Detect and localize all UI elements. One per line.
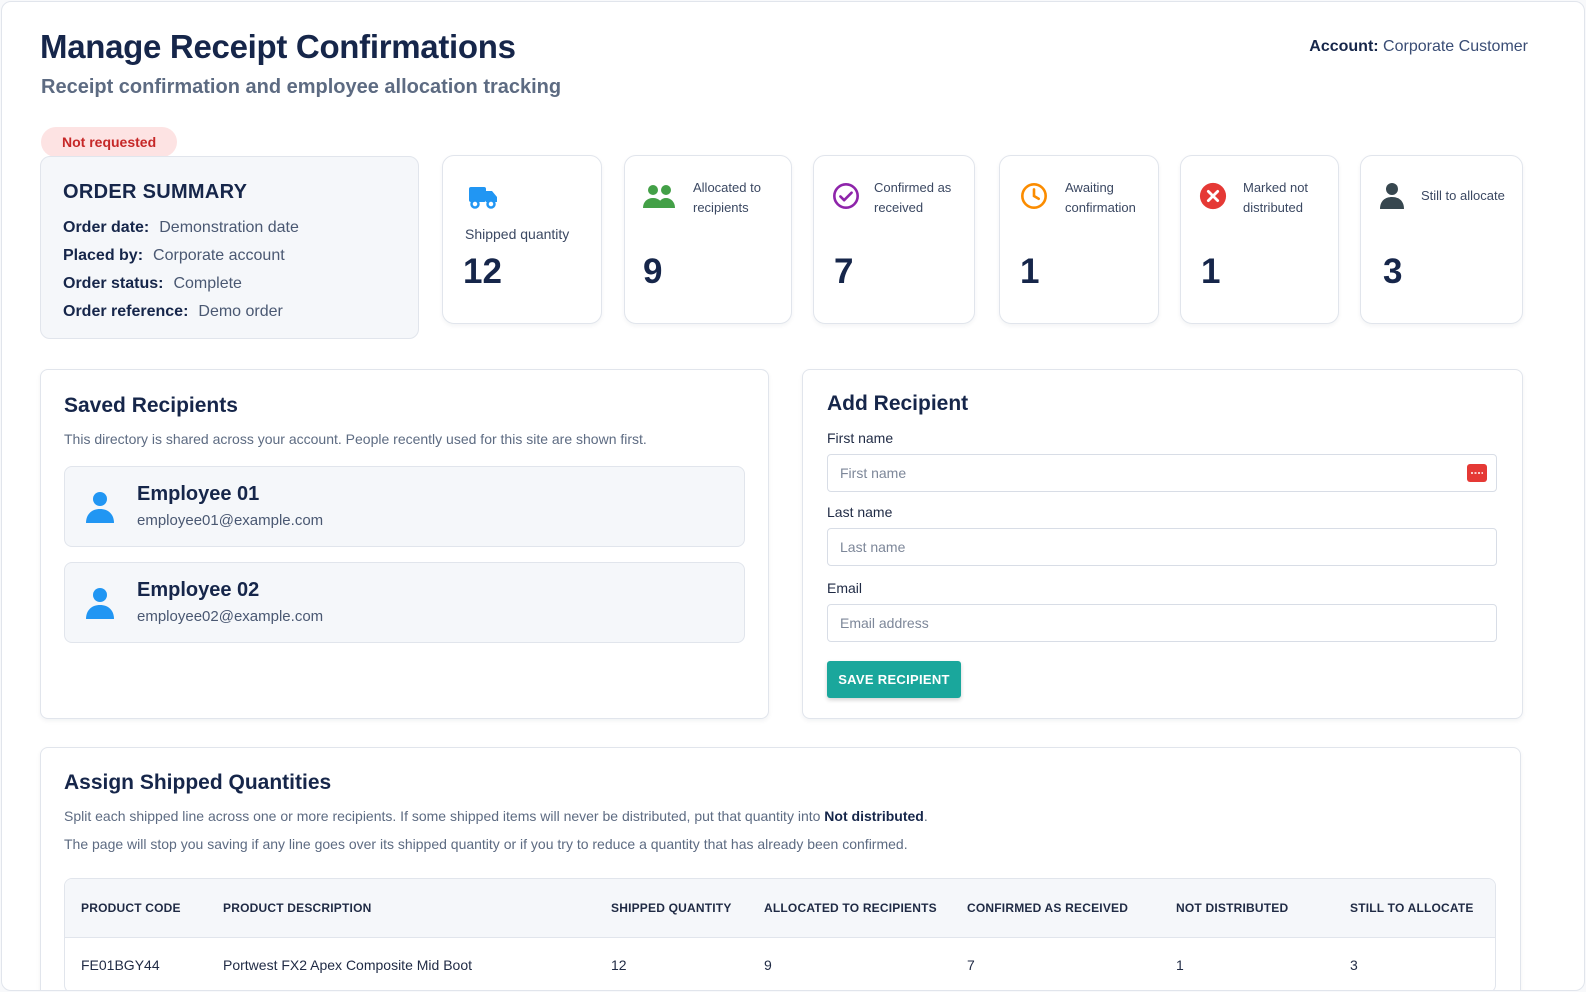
saved-recipients-description: This directory is shared across your acc… (64, 431, 647, 447)
cell-not-distributed: 1 (1176, 956, 1184, 973)
table-row: FE01BGY44 Portwest FX2 Apex Composite Mi… (65, 937, 1495, 990)
cell-confirmed-as-received: 7 (967, 956, 975, 973)
save-recipient-button[interactable]: SAVE RECIPIENT (827, 661, 961, 698)
recipient-email: employee02@example.com (137, 608, 324, 625)
recipient-item[interactable]: Employee 02 employee02@example.com (64, 562, 745, 643)
account-label: Account: (1309, 38, 1379, 55)
page-subtitle: Receipt confirmation and employee alloca… (41, 76, 562, 98)
stat-marked-not-distributed: Marked not distributed 1 (1180, 155, 1339, 324)
email-label: Email (827, 580, 863, 596)
page: Manage Receipt Confirmations Receipt con… (1, 1, 1585, 991)
recipient-email: employee01@example.com (137, 512, 324, 529)
order-status-label: Order status: (63, 275, 164, 292)
assign-table: PRODUCT CODE PRODUCT DESCRIPTION SHIPPED… (64, 878, 1496, 990)
status-badge: Not requested (41, 127, 178, 157)
order-date-value: Demonstration date (159, 219, 299, 236)
stat-value: 3 (1383, 252, 1403, 291)
x-circle-icon (1199, 182, 1227, 210)
assign-heading: Assign Shipped Quantities (64, 771, 332, 794)
col-still-to-allocate: STILL TO ALLOCATE (1334, 879, 1495, 938)
cell-product-code: FE01BGY44 (81, 956, 160, 973)
col-allocated-to-recipients: ALLOCATED TO RECIPIENTS (748, 879, 951, 938)
stat-confirmed-as-received: Confirmed as received 7 (813, 155, 975, 324)
assign-description-suffix: . (923, 808, 928, 824)
first-name-label: First name (827, 430, 894, 446)
email-input[interactable] (827, 604, 1497, 642)
stat-still-to-allocate: Still to allocate 3 (1360, 155, 1523, 324)
stat-value: 1 (1020, 252, 1040, 291)
recipient-name: Employee 02 (137, 579, 260, 601)
password-manager-icon[interactable] (1467, 464, 1487, 482)
person-icon (1380, 183, 1404, 209)
stat-label: Confirmed as received (874, 180, 952, 215)
col-product-description: PRODUCT DESCRIPTION (207, 879, 595, 938)
order-summary-heading: ORDER SUMMARY (63, 181, 248, 203)
add-recipient-heading: Add Recipient (827, 392, 969, 415)
col-shipped-quantity: SHIPPED QUANTITY (595, 879, 748, 938)
account-value: Corporate Customer (1383, 38, 1528, 55)
truck-icon (469, 187, 497, 209)
stat-value: 1 (1201, 252, 1221, 291)
last-name-input[interactable] (827, 528, 1497, 566)
add-recipient-card: Add Recipient First name Last name Email… (802, 369, 1523, 719)
stat-label: Shipped quantity (465, 226, 570, 242)
table-header-row: PRODUCT CODE PRODUCT DESCRIPTION SHIPPED… (65, 879, 1495, 938)
order-reference-value: Demo order (198, 303, 283, 320)
page-title: Manage Receipt Confirmations (40, 28, 516, 65)
user-icon (86, 588, 114, 619)
col-confirmed-as-received: CONFIRMED AS RECEIVED (951, 879, 1160, 938)
recipient-item[interactable]: Employee 01 employee01@example.com (64, 466, 745, 547)
cell-still-to-allocate: 3 (1350, 956, 1358, 973)
stat-label: Marked not distributed (1243, 180, 1309, 215)
check-circle-icon (833, 183, 859, 209)
saved-recipients-heading: Saved Recipients (64, 394, 238, 417)
recipient-name: Employee 01 (137, 483, 260, 505)
stat-value: 7 (834, 252, 854, 291)
last-name-label: Last name (827, 504, 893, 520)
placed-by-row: Placed by: Corporate account (63, 242, 396, 270)
account-info: Account: Corporate Customer (1309, 38, 1528, 56)
order-reference-row: Order reference: Demo order (63, 298, 396, 326)
people-icon (643, 185, 675, 208)
order-status-row: Order status: Complete (63, 270, 396, 298)
order-date-row: Order date: Demonstration date (63, 214, 396, 242)
cell-allocated-to-recipients: 9 (764, 956, 772, 973)
clock-icon (1021, 183, 1047, 209)
stat-awaiting-confirmation: Awaiting confirmation 1 (999, 155, 1159, 324)
saved-recipients-card: Saved Recipients This directory is share… (40, 369, 769, 719)
assign-description-1: Split each shipped line across one or mo… (64, 808, 928, 824)
stat-label: Awaiting confirmation (1065, 180, 1136, 215)
placed-by-label: Placed by: (63, 247, 144, 264)
stat-allocated-to-recipients: Allocated to recipients 9 (624, 155, 792, 324)
first-name-input[interactable] (827, 454, 1497, 492)
stat-value: 12 (463, 252, 502, 291)
stat-value: 9 (643, 252, 663, 291)
order-date-label: Order date: (63, 219, 150, 236)
assign-description-text: Split each shipped line across one or mo… (64, 808, 825, 824)
stat-label: Still to allocate (1421, 188, 1505, 203)
order-reference-label: Order reference: (63, 303, 189, 320)
col-not-distributed: NOT DISTRIBUTED (1160, 879, 1334, 938)
placed-by-value: Corporate account (153, 247, 285, 264)
stat-shipped-quantity: Shipped quantity 12 (442, 155, 602, 324)
order-summary: ORDER SUMMARY Order date: Demonstration d… (40, 156, 419, 339)
cell-shipped-quantity: 12 (611, 956, 627, 973)
assign-quantities-card: Assign Shipped Quantities Split each shi… (40, 747, 1521, 990)
stat-label: Allocated to recipients (693, 180, 761, 215)
cell-product-description: Portwest FX2 Apex Composite Mid Boot (223, 956, 472, 973)
assign-description-2: The page will stop you saving if any lin… (64, 836, 908, 852)
order-status-value: Complete (173, 275, 242, 292)
not-distributed-emphasis: Not distributed (824, 808, 924, 824)
col-product-code: PRODUCT CODE (65, 879, 207, 938)
user-icon (86, 492, 114, 523)
